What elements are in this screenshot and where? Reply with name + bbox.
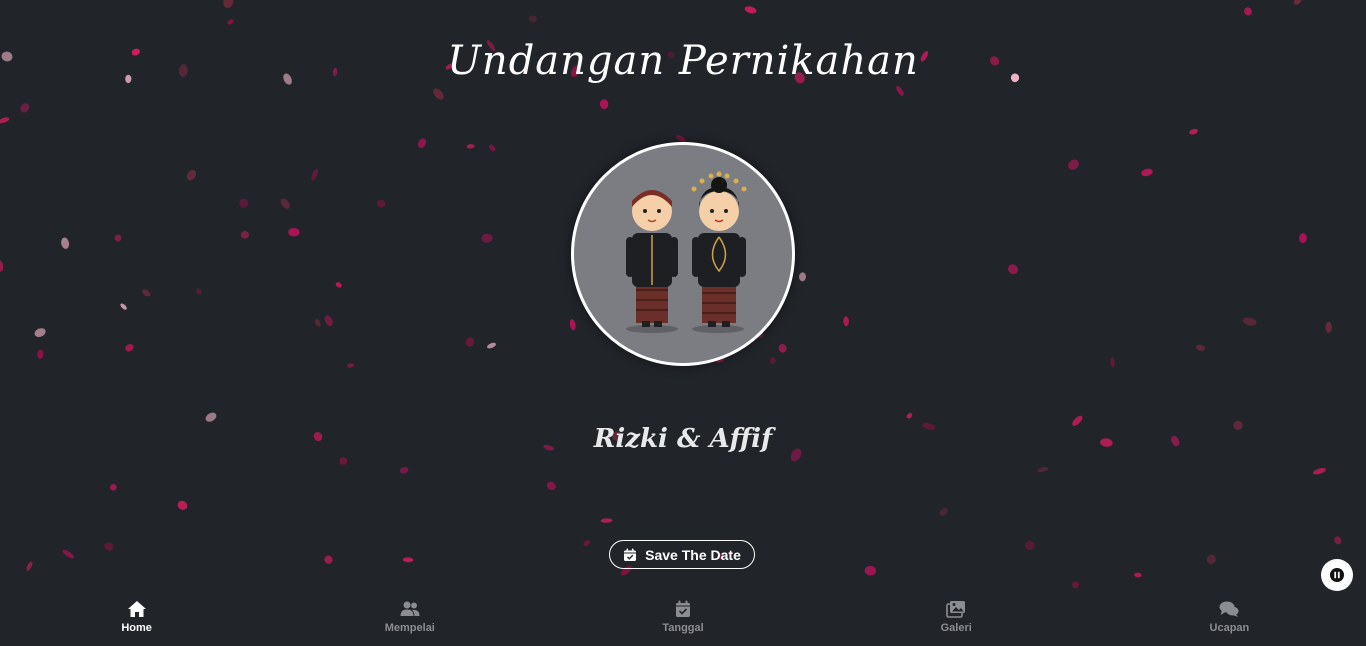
petal — [339, 457, 348, 465]
petal — [546, 481, 556, 491]
petal — [20, 103, 30, 113]
petal — [186, 170, 197, 181]
users-icon — [400, 601, 420, 616]
petal — [26, 561, 33, 571]
petal — [1037, 467, 1049, 473]
petal — [1072, 581, 1080, 589]
petal — [1325, 321, 1332, 334]
nav-label-tanggal: Tanggal — [662, 622, 704, 634]
petal — [120, 303, 127, 310]
petal — [1313, 467, 1326, 475]
petal — [896, 85, 904, 96]
petal — [569, 319, 576, 331]
petal — [311, 168, 318, 181]
petal — [1294, 0, 1302, 5]
nav-label-galeri: Galeri — [940, 622, 972, 634]
petal — [481, 233, 493, 243]
couple-names: Rizki & Affif — [593, 424, 773, 454]
petal — [402, 557, 414, 563]
petal — [1134, 572, 1142, 578]
petal — [798, 272, 807, 282]
calendar-check-icon — [676, 600, 690, 617]
couple-illustration — [571, 142, 795, 366]
petal — [376, 199, 386, 208]
page-title: Undangan Pernikahan — [447, 38, 919, 84]
save-the-date-label: Save The Date — [645, 546, 741, 563]
petal — [465, 337, 475, 347]
pause-icon — [1330, 568, 1344, 582]
petal — [205, 412, 217, 422]
petal — [227, 19, 234, 25]
petal — [1068, 159, 1079, 170]
petal — [37, 349, 44, 359]
home-icon — [127, 601, 146, 617]
petal — [599, 99, 609, 110]
petal — [433, 88, 444, 100]
petal — [223, 0, 234, 9]
petal — [324, 555, 333, 564]
petal — [280, 198, 290, 209]
petal — [104, 542, 114, 551]
music-toggle-button[interactable] — [1321, 559, 1353, 591]
nav-item-galeri[interactable]: Galeri — [820, 596, 1093, 646]
petal — [347, 363, 355, 368]
nav-item-home[interactable]: Home — [0, 596, 273, 646]
petal — [177, 500, 188, 510]
nav-item-tanggal[interactable]: Tanggal — [546, 596, 819, 646]
petal — [939, 507, 948, 516]
petal — [843, 316, 849, 327]
save-the-date-button[interactable]: Save The Date — [609, 540, 755, 569]
petal — [864, 565, 877, 576]
petal — [240, 230, 249, 239]
petal — [109, 483, 117, 491]
petal — [1206, 554, 1217, 565]
petal — [583, 540, 591, 547]
petal — [744, 6, 757, 14]
petal — [1141, 168, 1153, 177]
petal — [114, 234, 122, 242]
petal — [314, 318, 321, 327]
comments-icon — [1219, 601, 1239, 617]
nav-label-mempelai: Mempelai — [384, 622, 435, 634]
petal — [142, 289, 151, 297]
petal — [399, 466, 409, 474]
petal — [769, 357, 776, 364]
petal — [335, 282, 342, 288]
images-icon — [946, 601, 966, 618]
petal — [600, 518, 613, 523]
petal — [1110, 357, 1115, 368]
petal — [906, 412, 913, 419]
bottom-navigation: Home Mempelai Tanggal Galeri Ucapan — [0, 596, 1366, 646]
petal — [61, 237, 70, 249]
petal — [1189, 128, 1198, 135]
petal — [0, 259, 4, 272]
petal — [466, 144, 475, 149]
petal — [62, 549, 75, 559]
petal — [1008, 264, 1018, 275]
petal — [196, 288, 202, 295]
petal — [1025, 540, 1035, 551]
petal — [486, 342, 497, 349]
petal — [0, 117, 10, 124]
petal — [1334, 536, 1342, 545]
petal — [528, 15, 537, 23]
petal — [34, 328, 46, 337]
nav-item-mempelai[interactable]: Mempelai — [273, 596, 546, 646]
petal — [778, 343, 787, 353]
nav-label-home: Home — [121, 622, 152, 634]
petal — [1195, 344, 1206, 351]
petal — [238, 198, 249, 208]
petal — [488, 144, 496, 152]
petal — [1244, 7, 1252, 16]
nav-label-ucapan: Ucapan — [1209, 622, 1250, 634]
petal — [417, 138, 427, 149]
calendar-check-icon — [624, 548, 637, 561]
nav-item-ucapan[interactable]: Ucapan — [1093, 596, 1366, 646]
petal — [288, 227, 300, 237]
petal — [1299, 233, 1307, 244]
petal — [324, 315, 333, 327]
petal — [125, 344, 134, 352]
petal — [1242, 317, 1257, 326]
